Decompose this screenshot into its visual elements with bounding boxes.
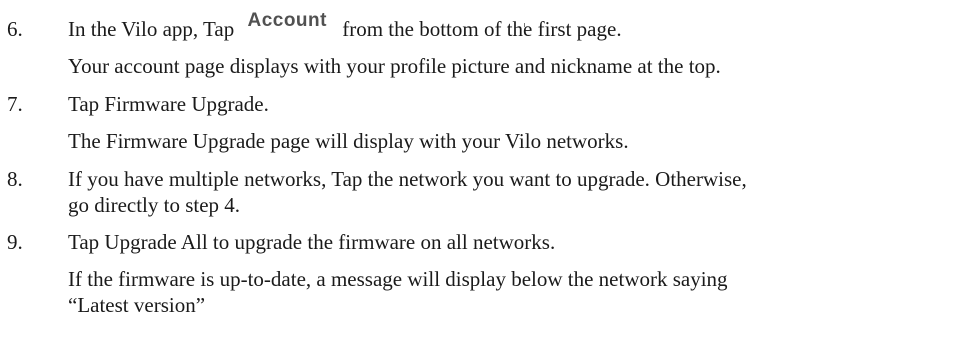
step-number: 8.	[7, 167, 23, 191]
account-tab-icon: Account	[247, 10, 327, 31]
step-result-line: If the firmware is up-to-date, a message…	[68, 267, 728, 291]
step-text-after: from the bottom of the first page.	[342, 17, 622, 41]
step-number: 9.	[7, 230, 23, 254]
step-instruction-line: go directly to step 4.	[68, 193, 241, 217]
step-result-line: “Latest version”	[68, 293, 206, 317]
step-instruction: Tap Upgrade All to upgrade the firmware …	[68, 230, 556, 254]
icon-edge-mark	[524, 23, 525, 27]
step-result: The Firmware Upgrade page will display w…	[68, 129, 629, 153]
step-instruction-line: If you have multiple networks, Tap the n…	[68, 167, 747, 191]
step-text-before: In the Vilo app, Tap	[68, 17, 235, 41]
step-result: Your account page displays with your pro…	[68, 54, 721, 78]
step-instruction: Tap Firmware Upgrade.	[68, 92, 269, 116]
step-instruction: In the Vilo app, Tap Account from the bo…	[68, 10, 622, 43]
step-number: 6.	[7, 17, 23, 41]
step-number: 7.	[7, 92, 23, 116]
